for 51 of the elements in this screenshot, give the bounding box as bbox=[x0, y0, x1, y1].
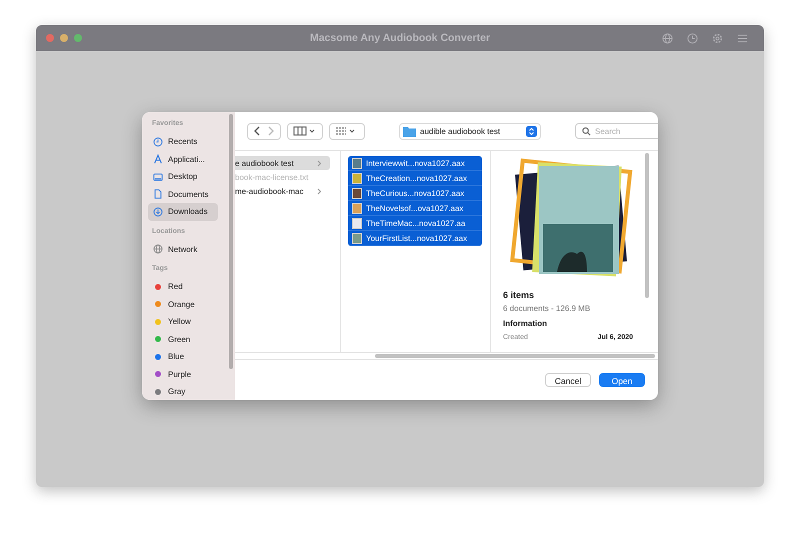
sidebar-item[interactable]: Downloads bbox=[148, 203, 218, 220]
tag-item[interactable]: Orange bbox=[148, 296, 218, 313]
tag-item[interactable]: Blue bbox=[148, 348, 218, 366]
tag-item[interactable]: Yellow bbox=[148, 313, 218, 330]
menu-icon[interactable] bbox=[737, 32, 748, 44]
zoom-button[interactable] bbox=[74, 34, 82, 42]
folder-row[interactable]: e audiobook test bbox=[235, 156, 330, 170]
minimize-button[interactable] bbox=[60, 34, 68, 42]
folder-icon bbox=[403, 126, 416, 136]
search-input[interactable]: Search bbox=[595, 126, 658, 136]
view-mode-button[interactable] bbox=[287, 122, 323, 140]
document-icon bbox=[153, 189, 163, 200]
group-button[interactable] bbox=[329, 122, 365, 140]
sidebar-item[interactable]: Network bbox=[148, 240, 218, 258]
globe-icon[interactable] bbox=[662, 32, 673, 44]
tag-item[interactable]: Green bbox=[148, 330, 218, 348]
file-row[interactable]: YourFirstList...nova1027.aax bbox=[348, 231, 482, 246]
tag-item[interactable]: Purple bbox=[148, 366, 218, 383]
file-row[interactable]: TheCurious...nova1027.aax bbox=[348, 186, 482, 201]
tag-item[interactable]: Gray bbox=[148, 383, 218, 400]
location-popup[interactable]: audible audiobook test bbox=[399, 122, 541, 140]
open-button[interactable]: Open bbox=[599, 373, 645, 387]
desktop-icon bbox=[153, 172, 163, 182]
folder-row[interactable]: me-audiobook-mac bbox=[235, 184, 330, 198]
applications-icon bbox=[153, 154, 163, 164]
file-row[interactable]: TheCreation...nova1027.aax bbox=[348, 171, 482, 186]
columns-icon bbox=[293, 126, 317, 136]
search-field[interactable]: Search bbox=[575, 123, 658, 139]
clock-icon[interactable] bbox=[687, 32, 698, 44]
globe-icon bbox=[153, 244, 163, 254]
back-icon[interactable] bbox=[253, 126, 261, 136]
sidebar-item[interactable]: Desktop bbox=[148, 168, 218, 186]
file-row[interactable]: Interviewwit...nova1027.aax bbox=[348, 156, 482, 171]
close-button[interactable] bbox=[46, 34, 54, 42]
information-heading: Information bbox=[503, 319, 548, 328]
item-summary: 6 documents - 126.9 MB bbox=[503, 304, 592, 313]
search-icon bbox=[582, 126, 591, 136]
settings-icon[interactable] bbox=[712, 32, 723, 44]
sidebar-item[interactable]: Applicati... bbox=[148, 150, 218, 168]
sidebar-item[interactable]: Documents bbox=[148, 186, 218, 203]
cancel-button[interactable]: Cancel bbox=[545, 373, 591, 387]
item-count: 6 items bbox=[503, 290, 536, 300]
stepper-icon bbox=[526, 126, 537, 136]
tag-item[interactable]: Red bbox=[148, 278, 218, 296]
window-title: Macsome Any Audiobook Converter bbox=[310, 32, 490, 44]
forward-icon[interactable] bbox=[267, 126, 275, 136]
file-row[interactable]: TheTimeMac...nova1027.aa bbox=[348, 216, 482, 231]
clock-icon bbox=[153, 136, 163, 147]
sidebar-item[interactable]: Recents bbox=[148, 133, 218, 150]
file-row[interactable]: TheNovelsof...ova1027.aax bbox=[348, 201, 482, 216]
download-icon bbox=[153, 206, 163, 217]
